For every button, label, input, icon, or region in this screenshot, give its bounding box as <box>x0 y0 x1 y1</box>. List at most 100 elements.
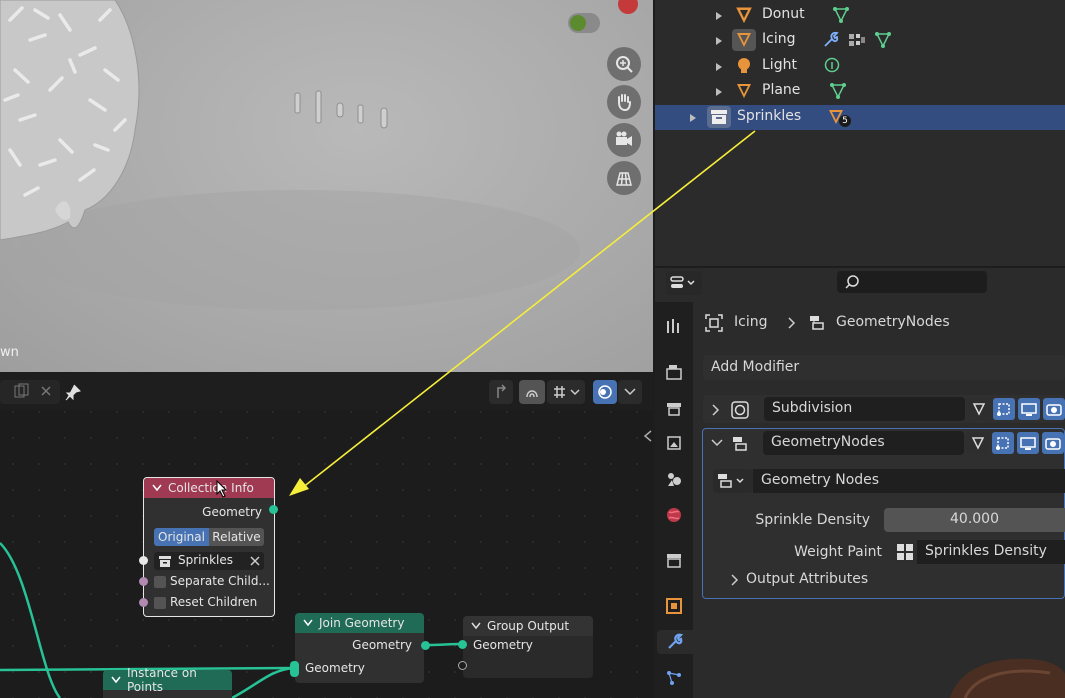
collection-input-socket[interactable] <box>139 556 148 565</box>
expand-arrow-icon[interactable] <box>716 37 722 45</box>
expand-chevron-icon[interactable] <box>731 574 739 586</box>
transform-space-toggle: Original Relative <box>154 528 264 546</box>
collection-field[interactable]: Sprinkles <box>154 552 264 570</box>
clear-icon[interactable] <box>250 556 260 566</box>
collapse-chevron-icon[interactable] <box>111 676 121 684</box>
expand-arrow-icon[interactable] <box>690 114 696 122</box>
viewport-toggle-icon[interactable] <box>1018 398 1040 420</box>
group-output-header[interactable]: Group Output <box>463 616 593 636</box>
render-tab-icon[interactable] <box>662 360 686 384</box>
breadcrumb-object: Icing <box>734 314 768 330</box>
separate-children-socket[interactable] <box>139 577 148 586</box>
mode-relative-button[interactable]: Relative <box>209 528 264 546</box>
tool-tab-icon[interactable] <box>662 314 686 338</box>
on-cage-toggle-icon[interactable] <box>993 398 1015 420</box>
presenter-avatar <box>950 658 1065 698</box>
outliner-item-plane[interactable]: Plane <box>655 79 1065 104</box>
expand-arrow-icon[interactable] <box>716 12 722 20</box>
separate-children-label: Separate Child... <box>170 574 270 588</box>
group-output-empty-socket[interactable] <box>458 661 467 670</box>
hand-icon[interactable] <box>607 85 641 119</box>
output-tab-icon[interactable] <box>662 396 686 420</box>
mesh-object-icon <box>737 33 751 47</box>
collapse-chevron-icon[interactable] <box>711 439 723 447</box>
collection-info-geometry-socket[interactable] <box>269 505 278 514</box>
search-input[interactable] <box>837 271 987 293</box>
modifier-name: GeometryNodes <box>771 434 885 450</box>
outliner-item-donut[interactable]: Donut <box>655 3 1065 28</box>
join-geometry-header[interactable]: Join Geometry <box>295 613 424 633</box>
object-tab-icon[interactable] <box>662 594 686 618</box>
group-output-geometry-socket[interactable] <box>458 640 467 649</box>
wrench-icon[interactable] <box>822 31 840 49</box>
collapse-chevron-icon[interactable] <box>303 619 313 627</box>
reset-children-socket[interactable] <box>139 598 148 607</box>
particles-tab-icon[interactable] <box>662 666 686 690</box>
sprinkle-density-field[interactable]: 40.000 <box>884 508 1065 532</box>
node-editor[interactable]: Collection Info Geometry Original Relati… <box>0 373 653 698</box>
join-output-label: Geometry <box>352 638 412 652</box>
node-group-field[interactable]: Geometry Nodes <box>753 469 1065 493</box>
join-input-socket[interactable] <box>290 661 299 677</box>
group-output-node[interactable]: Group Output Geometry <box>463 616 593 678</box>
modifier-panel-subdivision[interactable]: Subdivision <box>703 395 1065 423</box>
expand-arrow-icon[interactable] <box>716 88 722 96</box>
mesh-data-icon[interactable] <box>829 82 847 100</box>
attribute-toggle-icon[interactable] <box>893 541 917 563</box>
properties-editor[interactable]: Icing GeometryNodes Add Modifier Subdivi… <box>655 268 1065 698</box>
expand-arrow-icon[interactable] <box>716 63 722 71</box>
zoom-icon[interactable] <box>607 47 641 81</box>
collection-value: Sprinkles <box>178 553 234 567</box>
separate-children-checkbox[interactable] <box>154 576 166 588</box>
output-attributes-label[interactable]: Output Attributes <box>746 571 868 587</box>
outliner[interactable]: Donut Icing Light Plane Sprinkles 5 <box>655 0 1065 266</box>
world-tab-icon[interactable] <box>662 503 686 527</box>
collapse-chevron-icon[interactable] <box>471 622 481 630</box>
collapse-chevron-icon[interactable] <box>152 484 162 492</box>
viewport-toggle-icon[interactable] <box>1017 432 1039 454</box>
3d-viewport[interactable]: wn <box>0 0 653 372</box>
gizmo-toggle[interactable] <box>568 13 600 33</box>
modifier-name-field[interactable]: GeometryNodes <box>763 431 964 455</box>
modifier-tab-icon[interactable] <box>657 630 693 654</box>
node-group-browse-button[interactable] <box>713 469 753 493</box>
outliner-item-sprinkles[interactable]: Sprinkles 5 <box>655 105 1065 130</box>
editor-type-button[interactable] <box>666 271 702 295</box>
collection-info-node[interactable]: Collection Info Geometry Original Relati… <box>143 477 275 617</box>
weight-paint-field[interactable]: Sprinkles Density <box>917 540 1065 564</box>
join-output-socket[interactable] <box>421 641 430 650</box>
collection-info-header[interactable]: Collection Info <box>144 478 274 498</box>
view-layer-tab-icon[interactable] <box>662 431 686 455</box>
weight-paint-label: Weight Paint <box>794 544 882 560</box>
collection-tab-icon[interactable] <box>662 548 686 572</box>
on-cage-toggle-icon[interactable] <box>992 432 1014 454</box>
modifier-icon[interactable] <box>848 31 866 49</box>
collection-icon <box>711 110 727 124</box>
render-toggle-icon[interactable] <box>1043 398 1065 420</box>
outliner-item-icing[interactable]: Icing <box>655 28 1065 53</box>
light-data-icon[interactable] <box>823 57 841 75</box>
edit-mode-toggle-icon[interactable] <box>967 432 989 454</box>
modifier-name-field[interactable]: Subdivision <box>764 397 965 421</box>
mesh-data-icon[interactable] <box>874 31 892 49</box>
expand-chevron-icon[interactable] <box>712 404 720 416</box>
reset-children-checkbox[interactable] <box>154 597 166 609</box>
outliner-label: Plane <box>762 82 801 98</box>
grid-icon[interactable] <box>607 161 641 195</box>
camera-icon[interactable] <box>607 123 641 157</box>
modifier-panel-geometry-nodes[interactable]: GeometryNodes Geometry Nodes Sprinkle De… <box>702 428 1065 599</box>
mesh-data-icon[interactable] <box>832 6 850 24</box>
instance-on-points-header[interactable]: Instance on Points <box>103 666 232 694</box>
sprinkle-density-value: 40.000 <box>950 511 999 527</box>
instance-on-points-node[interactable]: Instance on Points <box>103 666 232 698</box>
join-geometry-node[interactable]: Join Geometry Geometry Geometry <box>295 613 424 683</box>
mode-original-button[interactable]: Original <box>154 528 209 546</box>
scene-tab-icon[interactable] <box>662 467 686 491</box>
outliner-item-light[interactable]: Light <box>655 54 1065 79</box>
light-object-icon <box>738 58 750 73</box>
join-input-label: Geometry <box>305 661 365 675</box>
edit-mode-toggle-icon[interactable] <box>968 398 990 420</box>
modifier-name: Subdivision <box>772 400 853 416</box>
render-toggle-icon[interactable] <box>1042 432 1064 454</box>
add-modifier-button[interactable]: Add Modifier <box>703 355 1065 380</box>
